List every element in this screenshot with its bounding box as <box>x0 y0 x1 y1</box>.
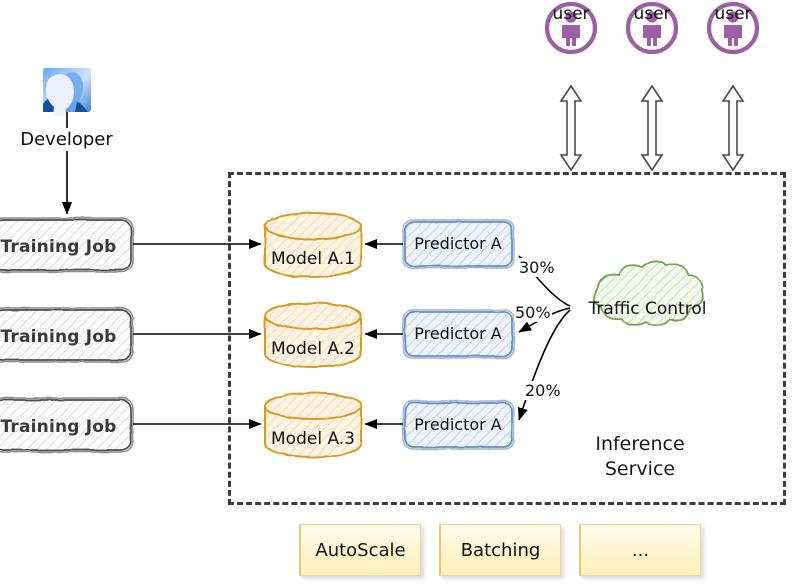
inference-service-label: Inference Service <box>595 433 685 480</box>
model-label: Model A.3 <box>271 429 355 449</box>
user-label: user <box>714 4 752 24</box>
user-label: user <box>552 4 590 24</box>
predictor-label: Predictor A <box>414 414 502 434</box>
training-job-label: Training Job <box>0 237 117 257</box>
user-group-1: user <box>541 2 601 24</box>
training-job-node: Training Job <box>0 308 132 366</box>
developers-group-icon <box>43 68 91 116</box>
user-traffic-arrow <box>640 84 664 172</box>
model-node: Model A.1 <box>263 215 363 275</box>
user-traffic-arrow <box>721 84 745 172</box>
training-job-node: Training Job <box>0 218 132 276</box>
predictor-label: Predictor A <box>414 323 502 343</box>
user-traffic-arrow <box>559 84 583 172</box>
traffic-split-label-3: 20% <box>524 381 562 400</box>
model-node: Model A.3 <box>263 395 363 455</box>
predictor-node: Predictor A <box>402 400 518 452</box>
user-group-3: user <box>703 2 763 24</box>
traffic-control-node: Traffic Control <box>570 273 725 348</box>
developer-label: Developer <box>0 128 133 151</box>
traffic-split-label-2: 50% <box>514 303 552 322</box>
feature-box-batching[interactable]: Batching <box>439 524 561 576</box>
training-job-label: Training Job <box>0 417 117 437</box>
feature-box-autoscale[interactable]: AutoScale <box>299 524 421 576</box>
model-label: Model A.1 <box>271 249 355 269</box>
model-node: Model A.2 <box>263 305 363 365</box>
model-label: Model A.2 <box>271 339 355 359</box>
feature-box-more[interactable]: ... <box>579 524 701 576</box>
traffic-control-label: Traffic Control <box>588 299 707 319</box>
user-group-2: user <box>622 2 682 24</box>
predictor-node: Predictor A <box>402 309 518 361</box>
traffic-split-label-1: 30% <box>518 258 556 277</box>
predictor-node: Predictor A <box>402 219 518 271</box>
user-label: user <box>633 4 671 24</box>
training-job-label: Training Job <box>0 327 117 347</box>
predictor-label: Predictor A <box>414 233 502 253</box>
training-job-node: Training Job <box>0 398 132 456</box>
